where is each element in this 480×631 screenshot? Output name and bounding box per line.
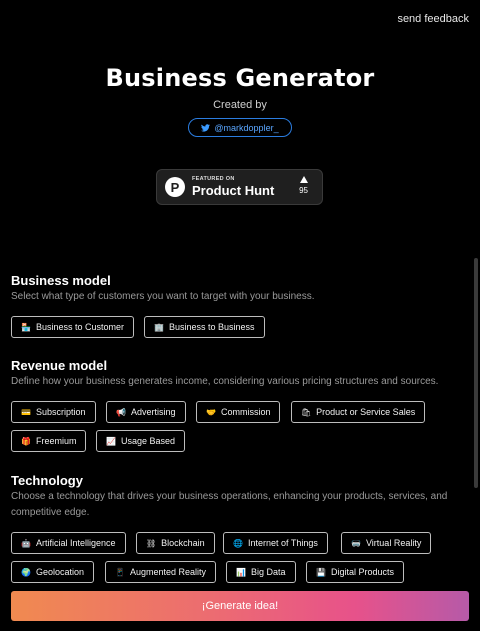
- ph-featured-label: FEATURED ON: [192, 175, 235, 182]
- chain-icon: ⛓: [146, 538, 157, 548]
- page-title: Business Generator: [105, 64, 375, 92]
- option-big-data[interactable]: 📊 Big Data: [226, 561, 296, 583]
- revenue-model-description: Define how your business generates incom…: [11, 376, 439, 387]
- option-business-to-business[interactable]: 🏢 Business to Business: [144, 316, 265, 338]
- bar-chart-icon: 📊: [236, 567, 246, 577]
- option-label: Internet of Things: [247, 538, 318, 548]
- twitter-bird-icon: [201, 123, 211, 132]
- option-product-or-service-sales[interactable]: 🛍 Product or Service Sales: [291, 401, 426, 423]
- earth-icon: 🌍: [21, 567, 31, 577]
- revenue-model-heading: Revenue model: [11, 358, 108, 373]
- option-freemium[interactable]: 🎁 Freemium: [11, 430, 87, 452]
- chart-increasing-icon: 📈: [106, 436, 116, 446]
- option-virtual-reality[interactable]: 🥽 Virtual Reality: [341, 532, 432, 554]
- globe-icon: 🌐: [233, 538, 243, 548]
- business-model-description: Select what type of customers you want t…: [11, 291, 315, 302]
- option-label: Big Data: [250, 567, 286, 577]
- option-label: Freemium: [35, 436, 77, 446]
- option-internet-of-things[interactable]: 🌐 Internet of Things: [223, 532, 328, 554]
- handshake-icon: 🤝: [206, 407, 216, 417]
- technology-heading: Technology: [11, 473, 83, 488]
- option-business-to-customer[interactable]: 🏪 Business to Customer: [11, 316, 135, 338]
- option-label: Blockchain: [161, 538, 205, 548]
- credit-card-icon: 💳: [21, 407, 31, 417]
- vr-goggles-icon: 🥽: [351, 538, 361, 548]
- product-hunt-badge[interactable]: P FEATURED ON Product Hunt 95: [156, 169, 323, 205]
- scrollbar-thumb[interactable]: [474, 258, 478, 488]
- ph-vote-count: 95: [299, 176, 308, 195]
- option-label: Artificial Intelligence: [35, 538, 116, 548]
- option-digital-products[interactable]: 💾 Digital Products: [306, 561, 404, 583]
- option-usage-based[interactable]: 📈 Usage Based: [96, 430, 186, 452]
- option-augmented-reality[interactable]: 📱 Augmented Reality: [105, 561, 217, 583]
- mobile-phone-icon: 📱: [115, 567, 125, 577]
- product-hunt-logo-icon: P: [165, 177, 185, 197]
- option-label: Advertising: [130, 407, 176, 417]
- option-label: Geolocation: [35, 567, 85, 577]
- twitter-handle: @markdoppler_: [214, 122, 279, 133]
- created-by-label: Created by: [213, 99, 267, 111]
- shopping-bags-icon: 🛍: [301, 407, 312, 417]
- option-commission[interactable]: 🤝 Commission: [196, 401, 281, 423]
- option-subscription[interactable]: 💳 Subscription: [11, 401, 96, 423]
- twitter-link[interactable]: @markdoppler_: [188, 118, 292, 137]
- option-label: Digital Products: [330, 567, 394, 577]
- send-feedback-link[interactable]: send feedback: [397, 13, 469, 25]
- technology-description: Choose a technology that drives your bus…: [11, 491, 448, 518]
- floppy-disk-icon: 💾: [316, 567, 326, 577]
- generate-idea-button[interactable]: ¡Generate idea!: [11, 591, 469, 621]
- option-label: Business to Business: [168, 322, 255, 332]
- option-geolocation[interactable]: 🌍 Geolocation: [11, 561, 95, 583]
- option-label: Augmented Reality: [129, 567, 207, 577]
- office-building-icon: 🏢: [154, 322, 164, 332]
- option-artificial-intelligence[interactable]: 🤖 Artificial Intelligence: [11, 532, 126, 554]
- ph-name: Product Hunt: [192, 183, 275, 199]
- option-advertising[interactable]: 📢 Advertising: [106, 401, 186, 423]
- option-label: Usage Based: [120, 436, 176, 446]
- ph-votes: 95: [299, 186, 308, 195]
- megaphone-icon: 📢: [116, 407, 126, 417]
- business-model-heading: Business model: [11, 273, 111, 288]
- option-label: Product or Service Sales: [316, 407, 416, 417]
- store-icon: 🏪: [21, 322, 31, 332]
- option-label: Virtual Reality: [365, 538, 422, 548]
- option-blockchain[interactable]: ⛓ Blockchain: [136, 532, 215, 554]
- option-label: Commission: [220, 407, 271, 417]
- option-label: Business to Customer: [35, 322, 125, 332]
- robot-icon: 🤖: [21, 538, 31, 548]
- option-label: Subscription: [35, 407, 86, 417]
- upvote-arrow-icon: [299, 176, 308, 183]
- gift-icon: 🎁: [21, 436, 31, 446]
